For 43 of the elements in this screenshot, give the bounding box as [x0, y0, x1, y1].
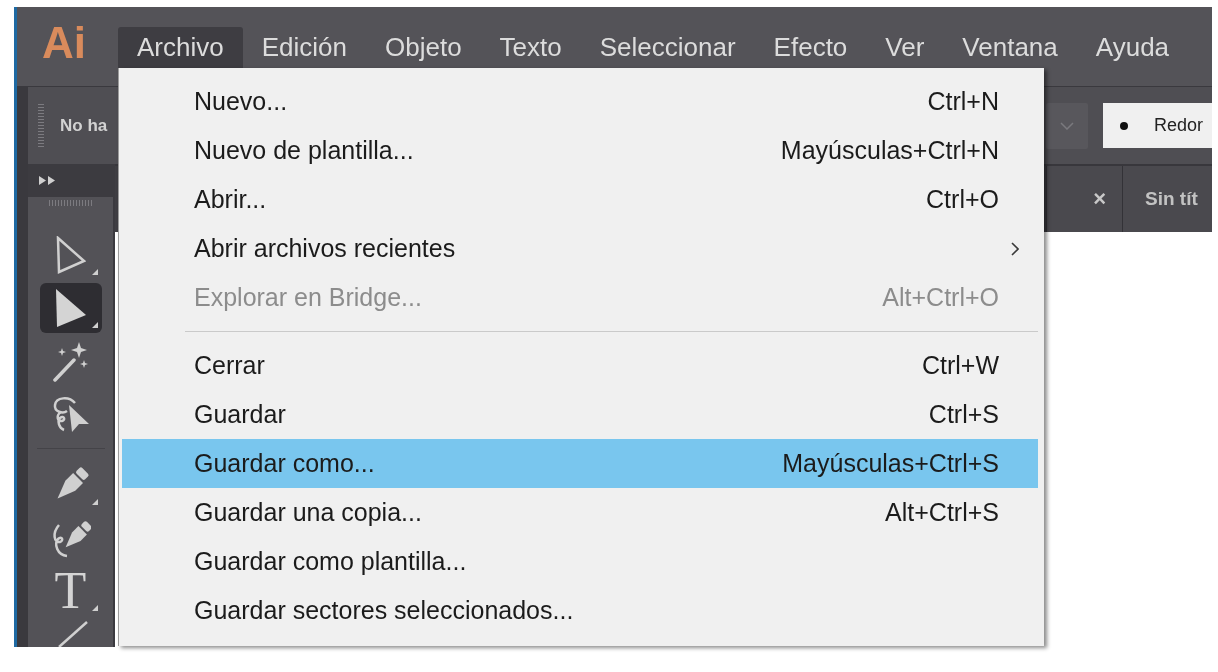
- menu-bar-item[interactable]: Archivo: [118, 27, 243, 68]
- shortcut-text: Ctrl+O: [926, 185, 999, 214]
- document-tab[interactable]: ×: [1046, 166, 1122, 232]
- menu-item[interactable]: Guardar Ctrl+S: [122, 390, 1038, 439]
- menu-bar-item[interactable]: Ayuda: [1076, 27, 1189, 68]
- menu-item[interactable]: Guardar como plantilla...: [122, 537, 1038, 586]
- document-tab[interactable]: Sin tít: [1122, 166, 1212, 232]
- menu-bar-item[interactable]: Ver: [866, 27, 944, 68]
- chevron-down-icon: [1060, 121, 1074, 130]
- menu-item[interactable]: Nuevo... Ctrl+N: [122, 77, 1038, 126]
- menu-item[interactable]: Guardar una copia... Alt+Ctrl+S: [122, 488, 1038, 537]
- menu-bar-item[interactable]: Edición: [242, 27, 366, 68]
- shortcut-text: Ctrl+N: [927, 87, 999, 116]
- double-arrow-icon[interactable]: [39, 176, 56, 185]
- menu-bar-item[interactable]: Texto: [480, 27, 581, 68]
- menu-bar-item[interactable]: Seleccionar: [580, 27, 755, 68]
- menu-item[interactable]: Nuevo de plantilla... Mayúsculas+Ctrl+N: [122, 126, 1038, 175]
- brush-field[interactable]: Redor: [1103, 103, 1212, 148]
- grip-icon[interactable]: [48, 200, 93, 206]
- menu-item[interactable]: Abrir... Ctrl+O: [122, 175, 1038, 224]
- shortcut-text: Alt+Ctrl+O: [882, 283, 999, 312]
- tool-button[interactable]: T: [39, 566, 102, 616]
- menu-item[interactable]: Guardar sectores seleccionados...: [122, 586, 1038, 635]
- grip-icon[interactable]: [38, 103, 44, 148]
- menu-item[interactable]: Abrir archivos recientes: [122, 224, 1038, 273]
- shortcut-text: Ctrl+S: [928, 400, 999, 429]
- app-logo: Ai: [42, 21, 86, 65]
- magic-wand-icon: [51, 340, 90, 382]
- menu-item[interactable]: Guardar como... Mayúsculas+Ctrl+S: [122, 439, 1038, 488]
- shortcut-text: Mayúsculas+Ctrl+N: [780, 136, 999, 165]
- selection-label: No ha: [60, 115, 108, 136]
- menu-bar-item[interactable]: Ventana: [943, 27, 1077, 68]
- tool-button[interactable]: [39, 283, 102, 333]
- menu-bar-item[interactable]: Efecto: [754, 27, 867, 68]
- shortcut-text: Mayúsculas+Ctrl+S: [782, 449, 999, 478]
- outline-arrow-icon: [55, 236, 86, 274]
- shortcut-text: Ctrl+W: [921, 351, 999, 380]
- menu-bar-item[interactable]: Objeto: [366, 27, 481, 68]
- solid-arrow-icon: [55, 289, 86, 327]
- menu-item[interactable]: Cerrar Ctrl+W: [122, 341, 1038, 390]
- shortcut-text: Alt+Ctrl+S: [885, 498, 999, 527]
- close-tab-button[interactable]: ×: [1093, 188, 1106, 210]
- dot-icon: [1120, 121, 1128, 130]
